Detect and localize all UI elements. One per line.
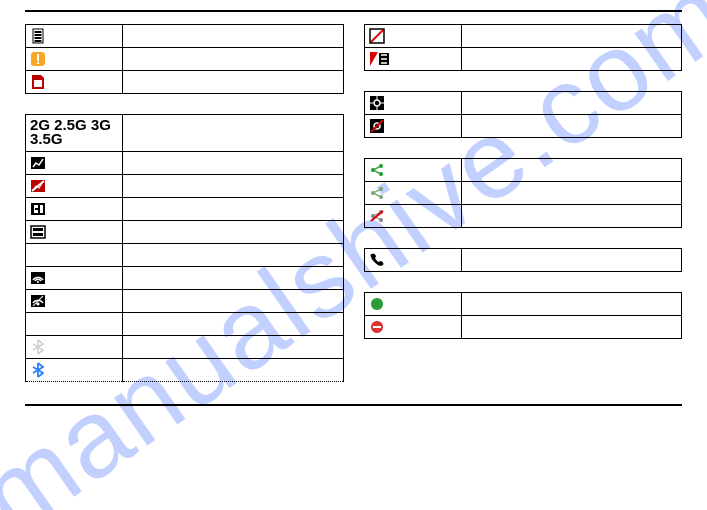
cell-desc: [461, 293, 682, 316]
egprs-icon: [30, 224, 46, 240]
gprs-icon: [30, 201, 46, 217]
table-row: [364, 316, 682, 339]
sharing-table: [364, 158, 683, 228]
table-row: [364, 293, 682, 316]
cell-desc: [123, 267, 344, 290]
cell-desc: [461, 316, 682, 339]
table-row: [26, 175, 344, 198]
signal-off-icon: [30, 178, 46, 194]
presence-busy-icon: [369, 319, 385, 335]
table-row: [364, 159, 682, 182]
sync-off-icon: [369, 28, 385, 44]
sync-table: [364, 24, 683, 71]
cell-desc: [123, 313, 344, 336]
table-row: [364, 48, 682, 71]
bluetooth-pending-icon: [30, 339, 46, 355]
cell-desc: [461, 159, 682, 182]
battery-full-icon: [30, 28, 46, 44]
share-error-icon: [369, 208, 385, 224]
table-row: [26, 359, 344, 382]
cell-desc: [123, 115, 344, 152]
cell-desc: [461, 92, 682, 115]
cell-desc: [123, 152, 344, 175]
cell-desc: [123, 71, 344, 94]
presence-table: [364, 292, 683, 339]
cell-desc: [461, 249, 682, 272]
share-pending-icon: [369, 185, 385, 201]
cell-desc: [461, 182, 682, 205]
table-row: [364, 25, 682, 48]
bottom-rule: [25, 404, 682, 406]
right-column: [364, 24, 683, 382]
cell-desc: [123, 290, 344, 313]
wlan-icon: [30, 270, 46, 286]
table-row: [26, 152, 344, 175]
cell-desc: [461, 25, 682, 48]
cell-desc: [123, 221, 344, 244]
network-header-cell: 2G 2.5G 3G 3.5G: [26, 115, 123, 152]
wlan-open-icon: [30, 293, 46, 309]
table-row: [26, 313, 344, 336]
table-row: [26, 244, 344, 267]
table-row: [26, 267, 344, 290]
cell-desc: [123, 198, 344, 221]
sync-conflict-icon: [369, 51, 391, 67]
gps-on-icon: [369, 95, 385, 111]
table-row: [364, 205, 682, 228]
page-content: 2G 2.5G 3G 3.5G: [0, 0, 707, 406]
table-row: [364, 182, 682, 205]
call-table: [364, 248, 683, 272]
memory-card-icon: [30, 74, 46, 90]
cell-desc: [123, 336, 344, 359]
bluetooth-icon: [30, 362, 46, 378]
gps-table: [364, 91, 683, 138]
cell-desc: [461, 115, 682, 138]
phone-icon: [369, 252, 385, 268]
left-column: 2G 2.5G 3G 3.5G: [25, 24, 344, 382]
table-row: [364, 115, 682, 138]
table-row: [26, 198, 344, 221]
alert-icon: [30, 51, 46, 67]
presence-available-icon: [369, 296, 385, 312]
table-row: [26, 336, 344, 359]
table-row: [26, 25, 344, 48]
signal-none-icon: [30, 155, 46, 171]
cell-desc: [123, 25, 344, 48]
cell-desc: [461, 205, 682, 228]
table-row: [26, 71, 344, 94]
cell-desc: [461, 48, 682, 71]
table-row: [26, 290, 344, 313]
table-row: [26, 48, 344, 71]
cell-desc: [123, 48, 344, 71]
cell-desc: [123, 244, 344, 267]
gps-off-icon: [369, 118, 385, 134]
table-row: [364, 92, 682, 115]
cell-desc: [123, 359, 344, 382]
share-ready-icon: [369, 162, 385, 178]
battery-status-table: [25, 24, 344, 94]
network-table: 2G 2.5G 3G 3.5G: [25, 114, 344, 382]
table-row: 2G 2.5G 3G 3.5G: [26, 115, 344, 152]
top-rule: [25, 10, 682, 12]
cell-desc: [123, 175, 344, 198]
table-row: [364, 249, 682, 272]
table-row: [26, 221, 344, 244]
